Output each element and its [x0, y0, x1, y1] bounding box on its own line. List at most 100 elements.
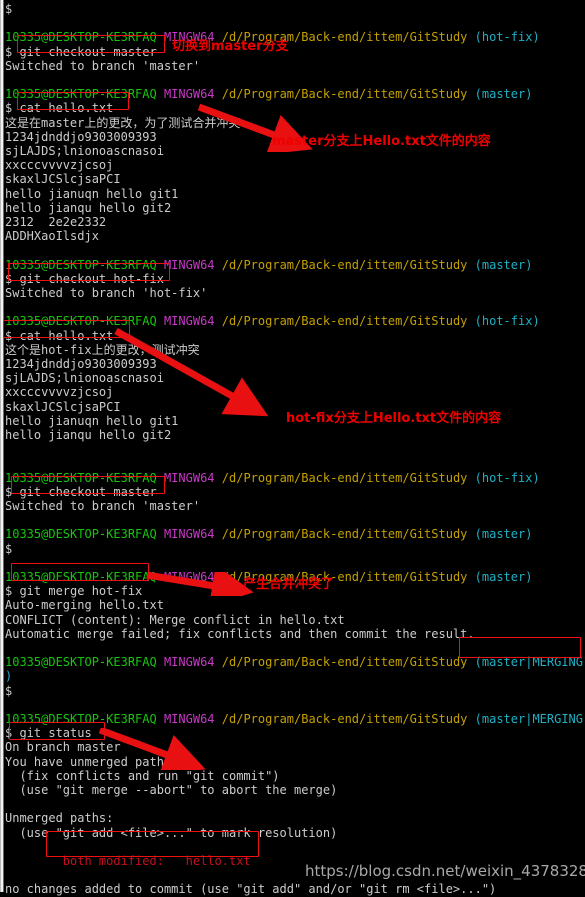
- output-text: hello jianuqn hello git1: [5, 186, 179, 201]
- prompt-path: /d/Program/Back-end/ittem/GitStudy: [221, 527, 468, 542]
- terminal-output-line: xxcccvvvvzjcsoj: [5, 158, 113, 172]
- git-bash-terminal-window: $ 10335@DESKTOP-KE3RFAQ MINGW64 /d/Progr…: [0, 0, 585, 896]
- output-text: xxcccvvvvzjcsoj: [5, 158, 114, 173]
- terminal-output-line: sjLAJDS;lnionoascnasoi: [5, 144, 164, 158]
- output-text: hello jianqu hello git2: [5, 428, 172, 442]
- terminal-output-line: CONFLICT (content): Merge conflict in he…: [5, 613, 345, 627]
- output-text: skaxlJCSlcjsaPCI: [5, 399, 121, 414]
- arrow-to-hotfix-content: [114, 328, 269, 417]
- command-text: $ cat hello.txt: [5, 101, 114, 116]
- arrow-to-merge-conflict: [146, 572, 254, 596]
- terminal-command-line[interactable]: $ cat hello.txt: [5, 329, 113, 343]
- output-text: skaxlJCSlcjsaPCI: [5, 172, 121, 187]
- command-text: $: [5, 683, 13, 698]
- terminal-output-line: hello jianuqn hello git1: [5, 187, 178, 201]
- terminal-command-line[interactable]: $ git checkout master: [5, 485, 157, 499]
- prompt-shell: MINGW64: [163, 87, 215, 102]
- prompt-path: /d/Program/Back-end/ittem/GitStudy: [221, 314, 468, 329]
- prompt-user: 10335@DESKTOP-KE3RFAQ: [5, 30, 157, 45]
- prompt-path: /d/Program/Back-end/ittem/GitStudy: [221, 655, 468, 670]
- terminal-output-line: Automatic merge failed; fix conflicts an…: [5, 627, 475, 641]
- csdn-watermark: https://blog.csdn.net/weixin_43783284: [305, 862, 585, 880]
- prompt-branch: (master): [474, 527, 533, 542]
- terminal-output-line: Switched to branch 'master': [5, 499, 200, 513]
- terminal-command-line[interactable]: $ cat hello.txt: [5, 101, 113, 115]
- output-text: Auto-merging hello.txt: [5, 598, 164, 613]
- conflict-file-entry: both modified: hello.txt: [5, 854, 251, 868]
- terminal-command-line[interactable]: $ git merge hot-fix: [5, 584, 142, 598]
- terminal-output-line: skaxlJCSlcjsaPCI: [5, 172, 121, 186]
- terminal-command-line[interactable]: $ git checkout master: [5, 45, 157, 59]
- output-text: Switched to branch 'master': [5, 58, 201, 73]
- command-text: $ git checkout master: [5, 44, 157, 59]
- terminal-prompt-wrap: ): [5, 669, 12, 683]
- prompt-user: 10335@DESKTOP-KE3RFAQ: [5, 527, 157, 542]
- output-text: CONFLICT (content): Merge conflict in he…: [5, 612, 345, 627]
- terminal-output-line: hello jianqu hello git2: [5, 428, 171, 442]
- output-text: (use "git add <file>..." to mark resolut…: [5, 825, 338, 840]
- output-text: Switched to branch 'master': [5, 499, 201, 513]
- command-text: $: [5, 2, 13, 16]
- terminal-output-line: 2312 2e2e2332: [5, 215, 106, 229]
- terminal-command-line[interactable]: $ git status: [5, 726, 92, 740]
- prompt-user: 10335@DESKTOP-KE3RFAQ: [5, 314, 157, 329]
- prompt-user: 10335@DESKTOP-KE3RFAQ: [5, 257, 157, 272]
- terminal-command-line[interactable]: $: [5, 684, 12, 698]
- prompt-user: 10335@DESKTOP-KE3RFAQ: [5, 712, 157, 726]
- output-text: (fix conflicts and run "git commit"): [5, 768, 280, 783]
- window-left-edge: [0, 0, 4, 892]
- prompt-shell: MINGW64: [163, 470, 215, 485]
- terminal-command-line[interactable]: $ git checkout hot-fix: [5, 272, 164, 286]
- prompt-branch: (master|MERGING): [474, 712, 585, 726]
- prompt-branch: (master): [474, 257, 533, 272]
- terminal-output-line: Switched to branch 'hot-fix': [5, 286, 207, 300]
- annotation-master-file-content: master分支上Hello.txt文件的内容: [272, 134, 491, 149]
- terminal-prompt-line: 10335@DESKTOP-KE3RFAQ MINGW64 /d/Program…: [5, 314, 540, 328]
- terminal-output-line: Auto-merging hello.txt: [5, 598, 164, 612]
- prompt-user: 10335@DESKTOP-KE3RFAQ: [5, 570, 157, 584]
- output-text: xxcccvvvvzjcsoj: [5, 385, 114, 400]
- prompt-shell: MINGW64: [163, 527, 215, 542]
- terminal-output-line: no changes added to commit (use "git add…: [5, 882, 496, 896]
- prompt-branch: (hot-fix): [474, 30, 540, 45]
- prompt-branch: (master): [474, 87, 533, 102]
- prompt-user: 10335@DESKTOP-KE3RFAQ: [5, 470, 157, 485]
- terminal-command-line[interactable]: $: [5, 2, 12, 16]
- terminal-prompt-line: 10335@DESKTOP-KE3RFAQ MINGW64 /d/Program…: [5, 655, 583, 669]
- terminal-output-line: (use "git add <file>..." to mark resolut…: [5, 826, 337, 840]
- prompt-shell: MINGW64: [163, 314, 215, 329]
- output-text: Automatic merge failed; fix conflicts an…: [5, 626, 475, 641]
- terminal-output-line: Unmerged paths:: [5, 811, 113, 825]
- prompt-branch: (hot-fix): [474, 470, 540, 485]
- terminal-output-line: (fix conflicts and run "git commit"): [5, 768, 280, 783]
- annotation-hotfix-file-content: hot-fix分支上Hello.txt文件的内容: [286, 411, 502, 426]
- command-text: $: [5, 541, 13, 556]
- command-text: $ git checkout hot-fix: [5, 271, 164, 286]
- command-text: $ git merge hot-fix: [5, 584, 143, 599]
- output-text: ADDHXaoIlsdjx: [5, 229, 99, 244]
- prompt-shell: MINGW64: [163, 655, 215, 670]
- prompt-branch: (master|MERGING: [474, 655, 584, 670]
- prompt-path: /d/Program/Back-end/ittem/GitStudy: [221, 87, 468, 102]
- prompt-branch-wrapped: ): [5, 669, 13, 684]
- output-text: Unmerged paths:: [5, 811, 114, 826]
- terminal-prompt-line: 10335@DESKTOP-KE3RFAQ MINGW64 /d/Program…: [5, 258, 532, 272]
- terminal-command-line[interactable]: $: [5, 542, 12, 556]
- output-text: hello jianqu hello git2: [5, 200, 172, 215]
- annotation-switch-to-master: 切换到master分支: [172, 39, 289, 54]
- terminal-prompt-line: 10335@DESKTOP-KE3RFAQ MINGW64 /d/Program…: [5, 712, 585, 726]
- terminal-output-line: ADDHXaoIlsdjx: [5, 229, 99, 243]
- prompt-shell: MINGW64: [163, 712, 215, 726]
- prompt-path: /d/Program/Back-end/ittem/GitStudy: [221, 470, 468, 485]
- terminal-output-line: skaxlJCSlcjsaPCI: [5, 400, 121, 414]
